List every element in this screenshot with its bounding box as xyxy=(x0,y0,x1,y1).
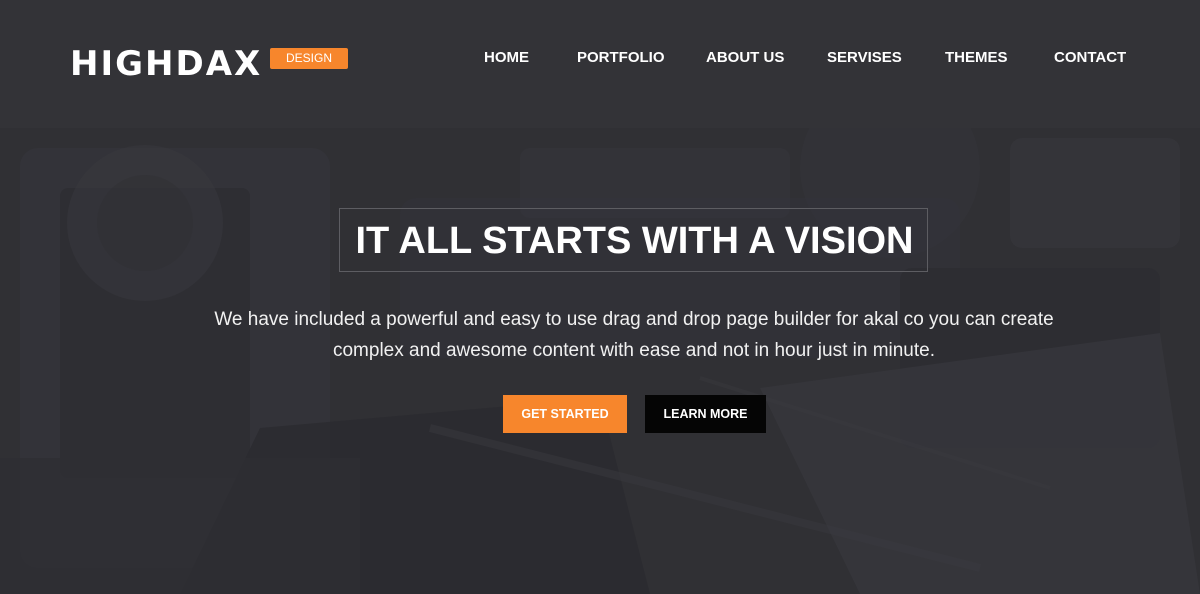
nav-item-themes[interactable]: THEMES xyxy=(945,48,1008,68)
site-header: HIGHDAX DESIGN HOME PORTFOLIO ABOUT US S… xyxy=(0,0,1200,128)
hero-title: IT ALL STARTS WITH A VISION xyxy=(355,220,914,262)
hero-title-frame: IT ALL STARTS WITH A VISION xyxy=(339,208,928,272)
logo-design-badge: DESIGN xyxy=(270,48,348,69)
hero-description-line-1: We have included a powerful and easy to … xyxy=(214,309,1054,330)
nav-item-contact[interactable]: CONTACT xyxy=(1054,48,1126,68)
get-started-button[interactable]: GET STARTED xyxy=(503,395,627,433)
hero-description: We have included a powerful and easy to … xyxy=(180,304,1088,366)
hero-description-line-2: complex and awesome content with ease an… xyxy=(332,340,936,361)
hero-section: IT ALL STARTS WITH A VISION We have incl… xyxy=(0,128,1200,594)
site-logo[interactable]: HIGHDAX xyxy=(70,44,262,84)
nav-item-portfolio[interactable]: PORTFOLIO xyxy=(577,48,665,68)
nav-item-about-us[interactable]: ABOUT US xyxy=(706,48,784,68)
nav-item-services[interactable]: SERVISES xyxy=(827,48,902,68)
nav-item-home[interactable]: HOME xyxy=(484,48,529,68)
learn-more-button[interactable]: LEARN MORE xyxy=(645,395,766,433)
